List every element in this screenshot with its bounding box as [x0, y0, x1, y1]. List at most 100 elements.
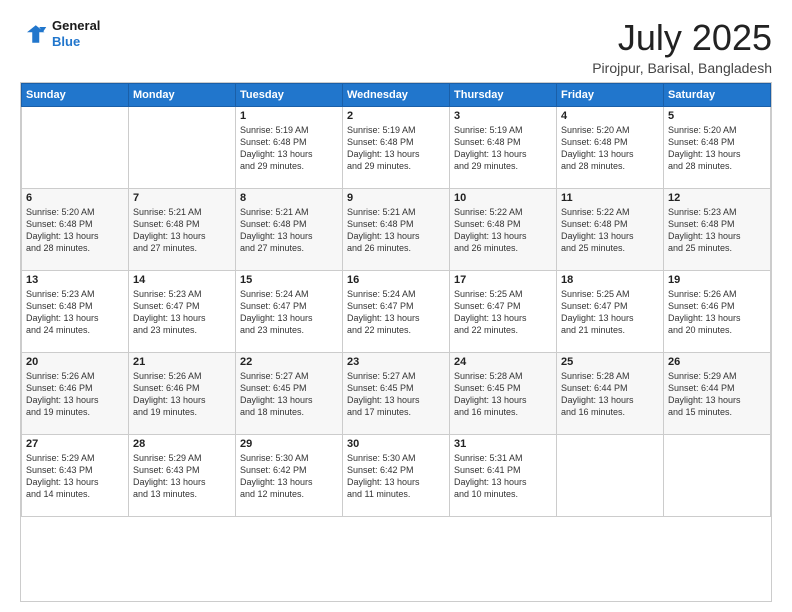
top-section: General Blue July 2025 Pirojpur, Barisal… [20, 18, 772, 76]
day-info: Sunrise: 5:31 AM Sunset: 6:41 PM Dayligh… [454, 452, 552, 501]
day-info: Sunrise: 5:28 AM Sunset: 6:44 PM Dayligh… [561, 370, 659, 419]
calendar-cell: 13Sunrise: 5:23 AM Sunset: 6:48 PM Dayli… [22, 270, 129, 352]
day-info: Sunrise: 5:19 AM Sunset: 6:48 PM Dayligh… [347, 124, 445, 173]
day-number: 29 [240, 438, 338, 450]
day-info: Sunrise: 5:19 AM Sunset: 6:48 PM Dayligh… [240, 124, 338, 173]
calendar-cell: 4 Sunrise: 5:20 AM Sunset: 6:48 PM Daylig… [557, 106, 664, 188]
calendar-header: SundayMondayTuesdayWednesdayThursdayFrid… [22, 83, 771, 106]
day-number: 12 [668, 192, 766, 204]
day-info: Sunrise: 5:27 AM Sunset: 6:45 PM Dayligh… [240, 370, 338, 419]
main-title: July 2025 [592, 18, 772, 58]
logo-line1: General [52, 18, 100, 33]
page: General Blue July 2025 Pirojpur, Barisal… [0, 0, 792, 612]
logo: General Blue [20, 18, 100, 49]
calendar-cell: 7 Sunrise: 5:21 AM Sunset: 6:48 PM Daylig… [129, 188, 236, 270]
calendar-cell: 27 Sunrise: 5:29 AM Sunset: 6:43 PM Dayli… [22, 434, 129, 516]
day-info: Sunrise: 5:28 AM Sunset: 6:45 PM Dayligh… [454, 370, 552, 419]
calendar-cell: 16Sunrise: 5:24 AM Sunset: 6:47 PM Dayli… [343, 270, 450, 352]
calendar-cell: 6 Sunrise: 5:20 AM Sunset: 6:48 PM Daylig… [22, 188, 129, 270]
calendar-cell: 10 Sunrise: 5:22 AM Sunset: 6:48 PM Dayli… [450, 188, 557, 270]
day-number: 20 [26, 356, 124, 368]
day-info: Sunrise: 5:22 AM Sunset: 6:48 PM Dayligh… [454, 206, 552, 255]
header-cell: Monday [129, 83, 236, 106]
day-number: 14 [133, 274, 231, 286]
calendar-cell: 9Sunrise: 5:21 AM Sunset: 6:48 PM Daylig… [343, 188, 450, 270]
day-info: Sunrise: 5:26 AM Sunset: 6:46 PM Dayligh… [26, 370, 124, 419]
day-number: 4 [561, 110, 659, 122]
calendar-cell: 24 Sunrise: 5:28 AM Sunset: 6:45 PM Dayli… [450, 352, 557, 434]
day-info: Sunrise: 5:26 AM Sunset: 6:46 PM Dayligh… [133, 370, 231, 419]
day-number: 6 [26, 192, 124, 204]
calendar-week-row: 20 Sunrise: 5:26 AM Sunset: 6:46 PM Dayli… [22, 352, 771, 434]
calendar-cell [664, 434, 771, 516]
calendar-cell: 23 Sunrise: 5:27 AM Sunset: 6:45 PM Dayli… [343, 352, 450, 434]
day-number: 7 [133, 192, 231, 204]
day-info: Sunrise: 5:21 AM Sunset: 6:48 PM Dayligh… [240, 206, 338, 255]
day-info: Sunrise: 5:20 AM Sunset: 6:48 PM Dayligh… [26, 206, 124, 255]
day-info: Sunrise: 5:27 AM Sunset: 6:45 PM Dayligh… [347, 370, 445, 419]
header-cell: Wednesday [343, 83, 450, 106]
day-number: 22 [240, 356, 338, 368]
header-cell: Sunday [22, 83, 129, 106]
calendar-cell: 28Sunrise: 5:29 AM Sunset: 6:43 PM Dayli… [129, 434, 236, 516]
calendar-cell: 22 Sunrise: 5:27 AM Sunset: 6:45 PM Dayli… [236, 352, 343, 434]
calendar-body: 1Sunrise: 5:19 AM Sunset: 6:48 PM Daylig… [22, 106, 771, 516]
calendar-week-row: 1Sunrise: 5:19 AM Sunset: 6:48 PM Daylig… [22, 106, 771, 188]
day-number: 3 [454, 110, 552, 122]
calendar-cell: 2Sunrise: 5:19 AM Sunset: 6:48 PM Daylig… [343, 106, 450, 188]
day-number: 23 [347, 356, 445, 368]
day-number: 19 [668, 274, 766, 286]
calendar-cell: 8 Sunrise: 5:21 AM Sunset: 6:48 PM Daylig… [236, 188, 343, 270]
calendar-cell: 1Sunrise: 5:19 AM Sunset: 6:48 PM Daylig… [236, 106, 343, 188]
day-number: 10 [454, 192, 552, 204]
calendar-cell: 31 Sunrise: 5:31 AM Sunset: 6:41 PM Dayli… [450, 434, 557, 516]
header-row: SundayMondayTuesdayWednesdayThursdayFrid… [22, 83, 771, 106]
day-number: 8 [240, 192, 338, 204]
day-info: Sunrise: 5:20 AM Sunset: 6:48 PM Dayligh… [561, 124, 659, 173]
calendar-cell: 12Sunrise: 5:23 AM Sunset: 6:48 PM Dayli… [664, 188, 771, 270]
day-info: Sunrise: 5:25 AM Sunset: 6:47 PM Dayligh… [561, 288, 659, 337]
calendar-week-row: 6 Sunrise: 5:20 AM Sunset: 6:48 PM Daylig… [22, 188, 771, 270]
calendar-cell: 5 Sunrise: 5:20 AM Sunset: 6:48 PM Daylig… [664, 106, 771, 188]
day-info: Sunrise: 5:30 AM Sunset: 6:42 PM Dayligh… [240, 452, 338, 501]
day-info: Sunrise: 5:23 AM Sunset: 6:47 PM Dayligh… [133, 288, 231, 337]
day-info: Sunrise: 5:20 AM Sunset: 6:48 PM Dayligh… [668, 124, 766, 173]
calendar-cell [129, 106, 236, 188]
day-info: Sunrise: 5:26 AM Sunset: 6:46 PM Dayligh… [668, 288, 766, 337]
day-info: Sunrise: 5:29 AM Sunset: 6:43 PM Dayligh… [26, 452, 124, 501]
logo-text: General Blue [52, 18, 100, 49]
calendar-cell: 19 Sunrise: 5:26 AM Sunset: 6:46 PM Dayli… [664, 270, 771, 352]
logo-line2: Blue [52, 34, 80, 49]
day-info: Sunrise: 5:22 AM Sunset: 6:48 PM Dayligh… [561, 206, 659, 255]
day-info: Sunrise: 5:21 AM Sunset: 6:48 PM Dayligh… [347, 206, 445, 255]
day-number: 30 [347, 438, 445, 450]
header-cell: Saturday [664, 83, 771, 106]
calendar-cell [22, 106, 129, 188]
day-number: 24 [454, 356, 552, 368]
day-info: Sunrise: 5:23 AM Sunset: 6:48 PM Dayligh… [26, 288, 124, 337]
day-info: Sunrise: 5:25 AM Sunset: 6:47 PM Dayligh… [454, 288, 552, 337]
calendar-cell: 29 Sunrise: 5:30 AM Sunset: 6:42 PM Dayli… [236, 434, 343, 516]
day-number: 27 [26, 438, 124, 450]
day-number: 18 [561, 274, 659, 286]
header-cell: Thursday [450, 83, 557, 106]
calendar-cell: 17 Sunrise: 5:25 AM Sunset: 6:47 PM Dayli… [450, 270, 557, 352]
day-info: Sunrise: 5:24 AM Sunset: 6:47 PM Dayligh… [347, 288, 445, 337]
day-number: 5 [668, 110, 766, 122]
calendar-cell: 11Sunrise: 5:22 AM Sunset: 6:48 PM Dayli… [557, 188, 664, 270]
calendar-cell: 18 Sunrise: 5:25 AM Sunset: 6:47 PM Dayli… [557, 270, 664, 352]
day-info: Sunrise: 5:21 AM Sunset: 6:48 PM Dayligh… [133, 206, 231, 255]
day-number: 25 [561, 356, 659, 368]
day-info: Sunrise: 5:29 AM Sunset: 6:44 PM Dayligh… [668, 370, 766, 419]
day-number: 17 [454, 274, 552, 286]
subtitle: Pirojpur, Barisal, Bangladesh [592, 60, 772, 76]
calendar-cell: 20 Sunrise: 5:26 AM Sunset: 6:46 PM Dayli… [22, 352, 129, 434]
calendar-cell: 30Sunrise: 5:30 AM Sunset: 6:42 PM Dayli… [343, 434, 450, 516]
calendar-cell: 25 Sunrise: 5:28 AM Sunset: 6:44 PM Dayli… [557, 352, 664, 434]
day-number: 26 [668, 356, 766, 368]
calendar-cell: 14 Sunrise: 5:23 AM Sunset: 6:47 PM Dayli… [129, 270, 236, 352]
logo-icon [20, 20, 48, 48]
day-info: Sunrise: 5:24 AM Sunset: 6:47 PM Dayligh… [240, 288, 338, 337]
calendar-cell: 21Sunrise: 5:26 AM Sunset: 6:46 PM Dayli… [129, 352, 236, 434]
day-number: 31 [454, 438, 552, 450]
